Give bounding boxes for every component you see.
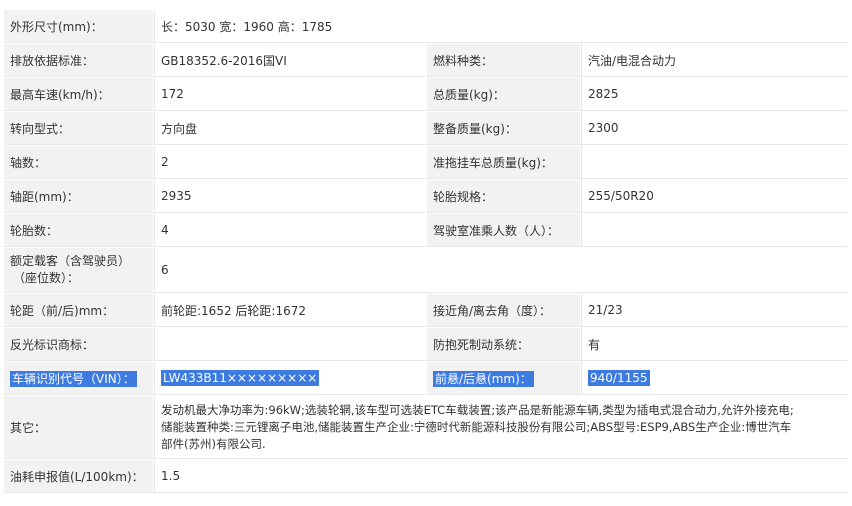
- label-seating-line-2: （座位数）：: [13, 271, 80, 285]
- table-row: 油耗申报值(L/100km)： 1.5: [3, 459, 848, 493]
- label-curb-mass: 整备质量(kg)：: [426, 111, 581, 145]
- label-track-width: 轮距（前/后)mm：: [3, 293, 154, 327]
- value-other: 发动机最大净功率为:96kW;选装轮辋,该车型可选装ETC车载装置;该产品是新能…: [154, 395, 848, 459]
- value-other-line-2: 储能装置种类:三元锂离子电池,储能装置生产企业:宁德时代新能源科技股份有限公司;…: [161, 419, 792, 434]
- label-max-speed: 最高车速(km/h)：: [3, 77, 154, 111]
- value-vin-text: LW433B11×××××××××: [161, 370, 320, 386]
- label-cab-capacity: 驾驶室准乘人数（人）：: [426, 213, 581, 247]
- table-row: 排放依据标准： GB18352.6-2016国VI 燃料种类： 汽油/电混合动力: [3, 43, 848, 77]
- label-other: 其它：: [3, 395, 154, 459]
- value-other-line-3: 部件(苏州)有限公司.: [161, 436, 266, 451]
- value-abs: 有: [581, 327, 848, 361]
- label-wheelbase: 轴距(mm)：: [3, 179, 154, 213]
- value-tire-spec: 255/50R20: [581, 179, 848, 213]
- label-trailer-mass: 准拖挂车总质量(kg)：: [426, 145, 581, 179]
- label-seating-line-1: 额定载客（含驾驶员）: [10, 254, 131, 268]
- label-fuel-consumption: 油耗申报值(L/100km)：: [3, 459, 154, 493]
- table-row: 轮距（前/后)mm： 前轮距:1652 后轮距:1672 接近角/离去角（度）：…: [3, 293, 848, 327]
- value-steering-type: 方向盘: [154, 111, 426, 145]
- value-fuel-consumption: 1.5: [154, 459, 848, 493]
- value-max-speed: 172: [154, 77, 426, 111]
- table-row: 额定载客（含驾驶员） （座位数）： 6: [3, 247, 848, 293]
- value-emission-standard: GB18352.6-2016国VI: [154, 43, 426, 77]
- label-gross-mass: 总质量(kg)：: [426, 77, 581, 111]
- label-dimensions: 外形尺寸(mm)：: [3, 9, 154, 43]
- label-overhang-text: 前悬/后悬(mm)：: [433, 370, 534, 387]
- label-tire-spec: 轮胎规格：: [426, 179, 581, 213]
- spec-table-container: 外形尺寸(mm)： 长：5030 宽：1960 高：1785 排放依据标准： G…: [3, 9, 848, 493]
- label-axle-count: 轴数：: [3, 145, 154, 179]
- value-tire-count: 4: [154, 213, 426, 247]
- table-row: 轮胎数： 4 驾驶室准乘人数（人）：: [3, 213, 848, 247]
- value-overhang-text: 940/1155: [588, 370, 650, 386]
- label-tire-count: 轮胎数：: [3, 213, 154, 247]
- value-wheelbase: 2935: [154, 179, 426, 213]
- value-track-width: 前轮距:1652 后轮距:1672: [154, 293, 426, 327]
- value-cab-capacity: [581, 213, 848, 247]
- label-approach-departure: 接近角/离去角（度）：: [426, 293, 581, 327]
- value-approach-departure: 21/23: [581, 293, 848, 327]
- label-overhang: 前悬/后悬(mm)：: [426, 361, 581, 395]
- table-row: 轴距(mm)： 2935 轮胎规格： 255/50R20: [3, 179, 848, 213]
- table-row: 转向型式： 方向盘 整备质量(kg)： 2300: [3, 111, 848, 145]
- label-vin-text: 车辆识别代号（VIN）：: [10, 370, 137, 387]
- value-fuel-type: 汽油/电混合动力: [581, 43, 848, 77]
- table-row: 最高车速(km/h)： 172 总质量(kg)： 2825: [3, 77, 848, 111]
- table-row: 车辆识别代号（VIN）： LW433B11××××××××× 前悬/后悬(mm)…: [3, 361, 848, 395]
- value-overhang: 940/1155: [581, 361, 848, 395]
- value-axle-count: 2: [154, 145, 426, 179]
- label-emission-standard: 排放依据标准：: [3, 43, 154, 77]
- table-row: 其它： 发动机最大净功率为:96kW;选装轮辋,该车型可选装ETC车载装置;该产…: [3, 395, 848, 459]
- table-row: 轴数： 2 准拖挂车总质量(kg)：: [3, 145, 848, 179]
- label-abs: 防抱死制动系统：: [426, 327, 581, 361]
- value-gross-mass: 2825: [581, 77, 848, 111]
- value-curb-mass: 2300: [581, 111, 848, 145]
- vehicle-spec-table: 外形尺寸(mm)： 长：5030 宽：1960 高：1785 排放依据标准： G…: [3, 9, 848, 493]
- value-reflective-mark: [154, 327, 426, 361]
- table-row: 反光标识商标： 防抱死制动系统： 有: [3, 327, 848, 361]
- label-vin: 车辆识别代号（VIN）：: [3, 361, 154, 395]
- value-other-line-1: 发动机最大净功率为:96kW;选装轮辋,该车型可选装ETC车载装置;该产品是新能…: [161, 402, 794, 417]
- label-fuel-type: 燃料种类：: [426, 43, 581, 77]
- label-seating-capacity: 额定载客（含驾驶员） （座位数）：: [3, 247, 154, 293]
- value-dimensions: 长：5030 宽：1960 高：1785: [154, 9, 848, 43]
- label-steering-type: 转向型式：: [3, 111, 154, 145]
- label-reflective-mark: 反光标识商标：: [3, 327, 154, 361]
- value-vin: LW433B11×××××××××: [154, 361, 426, 395]
- table-row: 外形尺寸(mm)： 长：5030 宽：1960 高：1785: [3, 9, 848, 43]
- value-trailer-mass: [581, 145, 848, 179]
- value-seating-capacity: 6: [154, 247, 848, 293]
